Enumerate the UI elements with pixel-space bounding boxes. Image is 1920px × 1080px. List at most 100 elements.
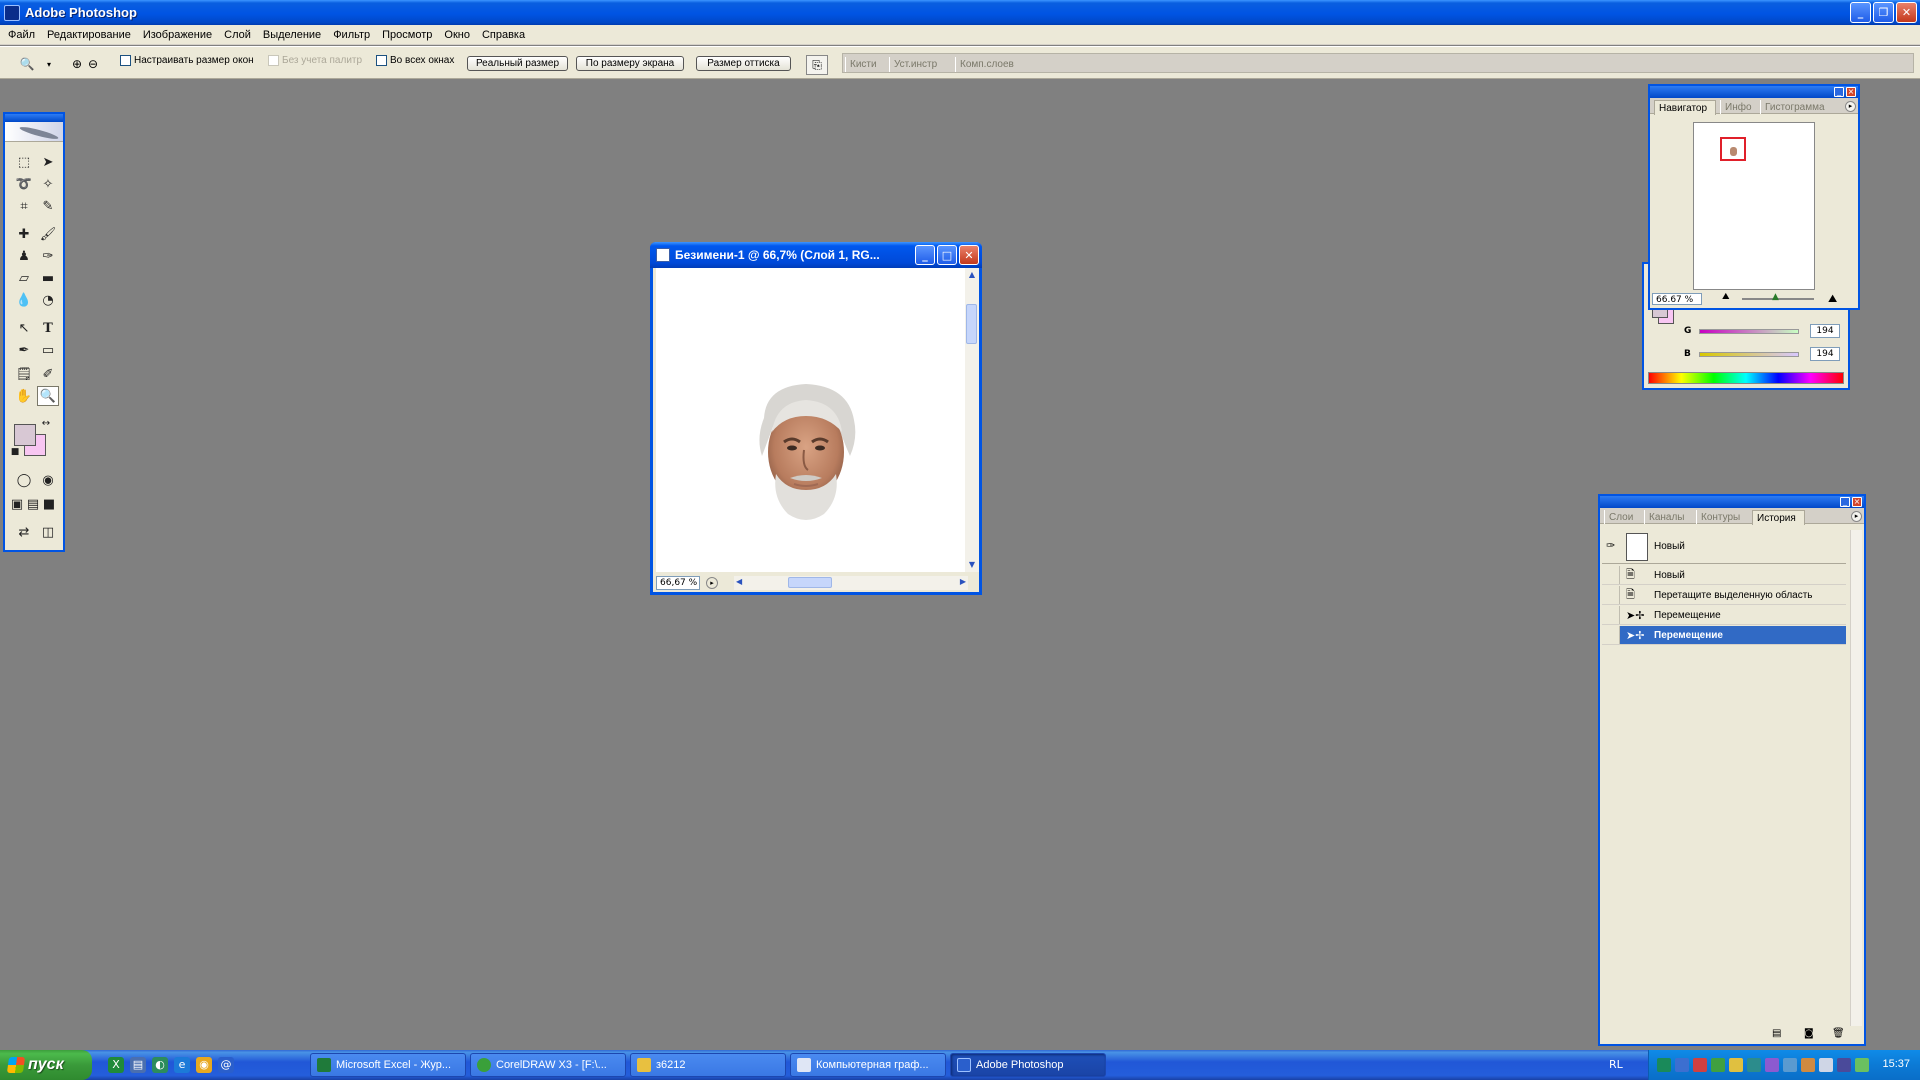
doc-minimize-button[interactable]: _ [915, 245, 935, 265]
full-screen-menu-mode-icon[interactable]: ▤ [25, 494, 41, 514]
clock[interactable]: 15:37 [1882, 1058, 1910, 1070]
history-close-button[interactable]: × [1852, 497, 1862, 507]
clone-stamp-tool-icon[interactable]: ♟ [13, 246, 35, 266]
tab-channels[interactable]: Каналы [1644, 510, 1693, 524]
menu-edit[interactable]: Редактирование [41, 29, 137, 41]
history-brush-source-icon[interactable]: ✑ [1606, 539, 1615, 552]
adobe-feather-icon[interactable] [5, 122, 63, 142]
history-item[interactable]: ➤✢ Перемещение [1602, 606, 1846, 625]
menu-filter[interactable]: Фильтр [327, 29, 376, 41]
navigator-menu-icon[interactable]: ▸ [1845, 101, 1856, 112]
menu-image[interactable]: Изображение [137, 29, 218, 41]
b-value-field[interactable]: 194 [1810, 347, 1840, 361]
restore-button[interactable]: ❐ [1873, 2, 1894, 23]
blur-tool-icon[interactable]: 💧 [13, 290, 35, 310]
standard-mode-icon[interactable]: ◯ [13, 470, 35, 490]
task-photoshop[interactable]: Adobe Photoshop [950, 1053, 1106, 1077]
g-slider[interactable] [1699, 328, 1800, 334]
navigator-minimize-button[interactable]: _ [1834, 87, 1844, 97]
imageready-icon[interactable]: ◫ [37, 522, 59, 542]
tray-icon-9[interactable] [1801, 1058, 1815, 1072]
navigator-zoom-field[interactable]: 66.67 % [1652, 293, 1702, 305]
toolbox-header[interactable] [5, 114, 63, 122]
language-indicator[interactable]: RL [1609, 1058, 1623, 1071]
well-tab-tool-presets[interactable]: Уст.инстр [889, 57, 948, 72]
history-brush-source-slot[interactable] [1602, 586, 1620, 604]
menu-select[interactable]: Выделение [257, 29, 327, 41]
tray-icon-6[interactable] [1747, 1058, 1761, 1072]
navigator-close-button[interactable]: × [1846, 87, 1856, 97]
tab-history[interactable]: История [1752, 510, 1805, 525]
history-menu-icon[interactable]: ▸ [1851, 511, 1862, 522]
navigator-zoom-out-icon[interactable]: ⛰ [1722, 292, 1730, 302]
navigator-header[interactable]: _ × [1650, 86, 1858, 98]
quick-mask-mode-icon[interactable]: ◉ [37, 470, 59, 490]
vertical-scroll-thumb[interactable] [966, 304, 977, 344]
well-tab-layer-comps[interactable]: Комп.слоев [955, 57, 1024, 72]
doc-close-button[interactable]: ✕ [959, 245, 979, 265]
task-excel[interactable]: Microsoft Excel - Жур... [310, 1053, 466, 1077]
crop-tool-icon[interactable]: ⌗ [13, 196, 35, 216]
explorer-quicklaunch-icon[interactable]: ▤ [130, 1057, 146, 1073]
minimize-button[interactable]: _ [1850, 2, 1871, 23]
healing-brush-tool-icon[interactable]: ✚ [13, 224, 35, 244]
zoom-tool-icon[interactable]: 🔍 [37, 386, 59, 406]
eyedropper-tool-icon[interactable]: ✐ [37, 364, 59, 384]
navigator-slider-knob[interactable]: ▲ [1772, 292, 1779, 302]
speaker-icon[interactable] [1819, 1058, 1833, 1072]
document-titlebar[interactable]: Безимени-1 @ 66,7% (Слой 1, RG... _ □ ✕ [650, 242, 982, 268]
slice-tool-icon[interactable]: ✎ [37, 196, 59, 216]
document-horizontal-scrollbar[interactable]: ◀ ▶ [734, 576, 968, 590]
full-screen-mode-icon[interactable]: ■ [41, 494, 57, 514]
g-value-field[interactable]: 194 [1810, 324, 1840, 338]
jump-to-imageready-icon[interactable]: ⇄ [13, 522, 35, 542]
tray-icon-5[interactable] [1729, 1058, 1743, 1072]
scroll-left-icon[interactable]: ◀ [736, 577, 742, 586]
fit-screen-button[interactable]: По размеру экрана [576, 56, 684, 71]
doc-maximize-button[interactable]: □ [937, 245, 957, 265]
b-slider[interactable] [1698, 351, 1799, 357]
menu-help[interactable]: Справка [476, 29, 531, 41]
network-icon[interactable] [1855, 1058, 1869, 1072]
tray-icon-4[interactable] [1711, 1058, 1725, 1072]
standard-screen-mode-icon[interactable]: ▣ [9, 494, 25, 514]
move-tool-icon[interactable]: ➤ [37, 152, 59, 172]
menu-file[interactable]: Файл [2, 29, 41, 41]
scroll-right-icon[interactable]: ▶ [960, 577, 966, 586]
new-document-from-state-icon[interactable]: ▤ [1772, 1028, 1781, 1039]
create-snapshot-icon[interactable]: ◙ [1804, 1028, 1814, 1039]
task-folder[interactable]: з6212 [630, 1053, 786, 1077]
zoom-out-icon[interactable]: ⊖ [84, 55, 102, 73]
history-item[interactable]: 🗎 Перетащите выделенную область [1602, 586, 1846, 605]
menu-layer[interactable]: Слой [218, 29, 257, 41]
magic-wand-tool-icon[interactable]: ✧ [37, 174, 59, 194]
preset-dropdown-icon[interactable]: ▾ [40, 55, 58, 73]
shape-tool-icon[interactable]: ▭ [37, 340, 59, 360]
status-menu-icon[interactable]: ▸ [706, 577, 718, 589]
foreground-color-swatch[interactable] [14, 424, 36, 446]
tray-icon-2[interactable] [1675, 1058, 1689, 1072]
tray-icon-8[interactable] [1783, 1058, 1797, 1072]
horizontal-scroll-thumb[interactable] [788, 577, 832, 588]
navigator-zoom-in-icon[interactable]: ⛰ [1828, 292, 1837, 306]
corel-quicklaunch-icon[interactable]: ◐ [152, 1057, 168, 1073]
tray-icon-7[interactable] [1765, 1058, 1779, 1072]
gradient-tool-icon[interactable]: ▬ [37, 268, 59, 288]
history-header[interactable]: _ × [1600, 496, 1864, 508]
lasso-tool-icon[interactable]: ➰ [13, 174, 35, 194]
media-quicklaunch-icon[interactable]: ◉ [196, 1057, 212, 1073]
tab-navigator[interactable]: Навигатор [1654, 100, 1717, 115]
notes-tool-icon[interactable]: 🗒 [13, 364, 35, 384]
menu-window[interactable]: Окно [438, 29, 476, 41]
history-brush-source-slot[interactable] [1602, 566, 1620, 584]
ie-quicklaunch-icon[interactable]: e [174, 1057, 190, 1073]
menu-view[interactable]: Просмотр [376, 29, 438, 41]
scroll-up-icon[interactable]: ▲ [965, 268, 979, 282]
tray-icon-11[interactable] [1837, 1058, 1851, 1072]
tab-paths[interactable]: Контуры [1696, 510, 1748, 524]
task-document[interactable]: Компьютерная граф... [790, 1053, 946, 1077]
scroll-down-icon[interactable]: ▼ [965, 558, 979, 572]
all-windows-checkbox[interactable]: Во всех окнах [376, 55, 454, 66]
brush-tool-icon[interactable]: 🖌 [37, 224, 59, 244]
swap-colors-icon[interactable]: ↔ [39, 416, 53, 430]
